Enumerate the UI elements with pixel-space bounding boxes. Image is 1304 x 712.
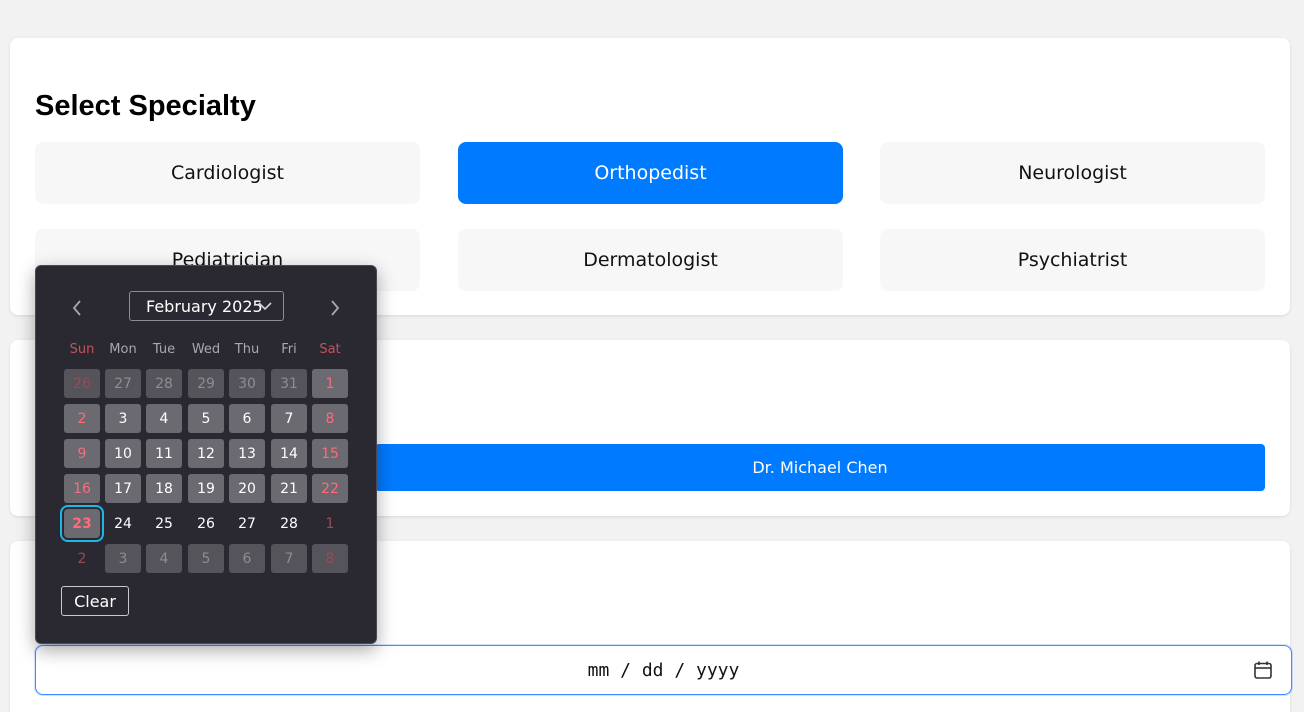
calendar-day-today[interactable]: 23 xyxy=(60,505,104,542)
calendar-day[interactable]: 14 xyxy=(271,439,307,468)
weekday-header: Sat xyxy=(319,342,341,357)
calendar-day[interactable]: 22 xyxy=(312,474,348,503)
section-title-specialty: Select Specialty xyxy=(35,90,256,122)
calendar-day[interactable]: 9 xyxy=(64,439,100,468)
calendar-day[interactable]: 4 xyxy=(146,404,182,433)
calendar-icon[interactable] xyxy=(1253,660,1273,680)
calendar-day[interactable]: 3 xyxy=(105,404,141,433)
calendar-day[interactable]: 1 xyxy=(312,369,348,398)
calendar-day[interactable]: 30 xyxy=(229,369,265,398)
calendar-day[interactable]: 6 xyxy=(229,544,265,573)
calendar-day[interactable]: 5 xyxy=(188,404,224,433)
specialty-option-neurologist[interactable]: Neurologist xyxy=(880,142,1265,204)
next-month-button[interactable] xyxy=(321,294,349,322)
calendar-day[interactable]: 25 xyxy=(146,509,182,538)
calendar-day[interactable]: 28 xyxy=(271,509,307,538)
weekday-header: Sun xyxy=(69,342,95,357)
calendar-day[interactable]: 28 xyxy=(146,369,182,398)
calendar-day[interactable]: 20 xyxy=(229,474,265,503)
date-input[interactable]: mm / dd / yyyy xyxy=(35,645,1292,695)
calendar-day[interactable]: 17 xyxy=(105,474,141,503)
month-year-label: February 2025 xyxy=(146,296,263,316)
calendar-day[interactable]: 29 xyxy=(188,369,224,398)
calendar-day[interactable]: 3 xyxy=(105,544,141,573)
calendar-day[interactable]: 4 xyxy=(146,544,182,573)
calendar-day[interactable]: 7 xyxy=(271,404,307,433)
calendar-day[interactable]: 31 xyxy=(271,369,307,398)
specialty-option-cardiologist[interactable]: Cardiologist xyxy=(35,142,420,204)
date-placeholder: mm / dd / yyyy xyxy=(587,659,740,681)
calendar-day[interactable]: 1 xyxy=(312,509,348,538)
weekday-header: Wed xyxy=(191,342,221,357)
weekday-header: Mon xyxy=(109,342,137,357)
calendar-day[interactable]: 8 xyxy=(312,544,348,573)
date-picker-popup: February 2025 Sun Mon Tue Wed Thu Fri Sa… xyxy=(35,265,377,644)
weekday-header: Fri xyxy=(281,342,297,357)
prev-month-button[interactable] xyxy=(63,294,91,322)
chevron-left-icon xyxy=(72,300,81,316)
calendar-day[interactable]: 27 xyxy=(105,369,141,398)
calendar-day[interactable]: 19 xyxy=(188,474,224,503)
chevron-right-icon xyxy=(331,300,340,316)
calendar-day[interactable]: 26 xyxy=(64,369,100,398)
calendar-day[interactable]: 2 xyxy=(64,544,100,573)
calendar-day[interactable]: 26 xyxy=(188,509,224,538)
calendar-day[interactable]: 21 xyxy=(271,474,307,503)
calendar-day[interactable]: 5 xyxy=(188,544,224,573)
calendar-day[interactable]: 18 xyxy=(146,474,182,503)
specialty-option-dermatologist[interactable]: Dermatologist xyxy=(458,229,843,291)
specialty-option-orthopedist[interactable]: Orthopedist xyxy=(458,142,843,204)
chevron-down-icon xyxy=(258,302,272,311)
calendar-day[interactable]: 15 xyxy=(312,439,348,468)
specialty-option-psychiatrist[interactable]: Psychiatrist xyxy=(880,229,1265,291)
calendar-day[interactable]: 11 xyxy=(146,439,182,468)
calendar-day[interactable]: 8 xyxy=(312,404,348,433)
calendar-day[interactable]: 27 xyxy=(229,509,265,538)
doctor-option-selected[interactable]: Dr. Michael Chen xyxy=(375,444,1265,491)
clear-button[interactable]: Clear xyxy=(61,586,129,616)
calendar-day[interactable]: 16 xyxy=(64,474,100,503)
calendar-day[interactable]: 7 xyxy=(271,544,307,573)
calendar-day[interactable]: 2 xyxy=(64,404,100,433)
weekday-header: Tue xyxy=(152,342,176,357)
calendar-day[interactable]: 6 xyxy=(229,404,265,433)
calendar-day[interactable]: 24 xyxy=(105,509,141,538)
calendar-day[interactable]: 10 xyxy=(105,439,141,468)
weekday-header: Thu xyxy=(234,342,260,357)
calendar-day[interactable]: 13 xyxy=(229,439,265,468)
month-year-select[interactable]: February 2025 xyxy=(129,291,284,321)
calendar-day[interactable]: 12 xyxy=(188,439,224,468)
